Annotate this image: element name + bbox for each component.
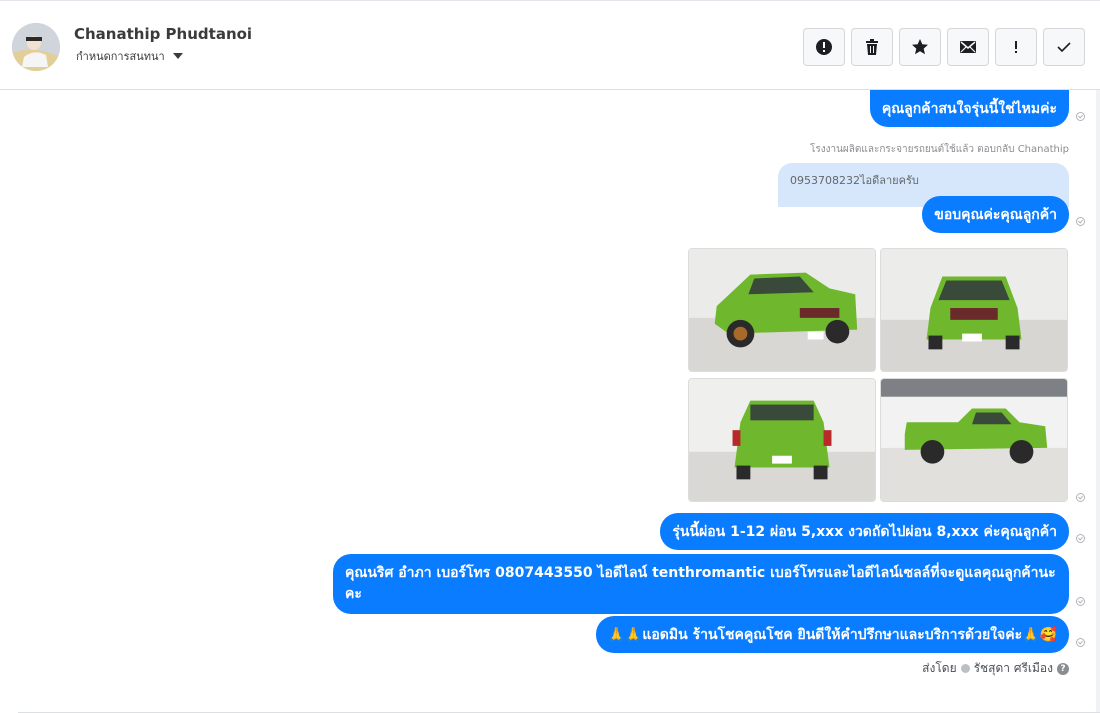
avatar[interactable] [12, 23, 60, 71]
trash-icon [866, 39, 878, 55]
help-icon[interactable]: ? [1057, 662, 1069, 675]
seen-check-icon [1076, 217, 1085, 226]
message-bubble[interactable]: ขอบคุณค่ะคุณลูกค้า [922, 196, 1069, 233]
mark-spam-button[interactable] [803, 28, 845, 66]
car-photo-front[interactable] [880, 248, 1068, 372]
star-button[interactable] [899, 28, 941, 66]
reply-label: โรงงานผลิตและกระจายรถยนต์ใช้แล้ว ตอบกลับ… [809, 144, 1069, 155]
conversation-header: Chanathip Phudtanoi กำหนดการสนทนา [0, 0, 1100, 90]
agent-name[interactable]: รัชสุดา ศรีเมือง [974, 659, 1053, 678]
checkmark-icon [1057, 42, 1071, 53]
verified-icon [960, 664, 970, 673]
message-bubble[interactable]: คุณลูกค้าสนใจรุ่นนี้ใช่ไหมค่ะ [869, 90, 1069, 127]
emoji: 🙏🙏 [607, 626, 643, 643]
star-icon [912, 39, 928, 55]
seen-check-icon [1076, 534, 1085, 543]
seen-check-icon [1076, 597, 1085, 606]
car-photo-front-left[interactable] [688, 248, 876, 372]
delete-button[interactable] [851, 28, 893, 66]
follow-up-button[interactable] [995, 28, 1037, 66]
caret-down-icon [172, 53, 183, 59]
scrollbar[interactable] [1096, 90, 1100, 712]
sent-by: ส่งโดย รัชสุดา ศรีเมือง ? [922, 659, 1069, 678]
alert-circle-icon [816, 39, 832, 55]
sent-by-label: ส่งโดย [922, 661, 957, 675]
message-bubble[interactable]: 🙏🙏 แอดมิน ร้านโชคคูณโชค ยินดีให้คำปรึกษา… [595, 616, 1069, 653]
car-photo-side[interactable] [880, 378, 1068, 502]
message-bubble[interactable]: คุณนริศ อำภา เบอร์โทร 0807443550 ไอดีไลน… [333, 554, 1069, 614]
action-toolbar [803, 28, 1085, 66]
message-bubble[interactable]: รุ่นนี้ผ่อน 1-12 ผ่อน 5,xxx งวดถัดไปผ่อน… [660, 513, 1069, 550]
mark-unread-button[interactable] [947, 28, 989, 66]
exclamation-icon [1015, 41, 1017, 53]
contact-name[interactable]: Chanathip Phudtanoi [74, 25, 252, 43]
emoji: 🙏🥰 [1022, 626, 1057, 643]
seen-check-icon [1076, 112, 1085, 121]
seen-check-icon [1076, 493, 1085, 502]
assign-label: กำหนดการสนทนา [76, 50, 165, 63]
mark-done-button[interactable] [1043, 28, 1085, 66]
envelope-icon [960, 41, 976, 53]
message-text: แอดมิน ร้านโชคคูณโชค ยินดีให้คำปรึกษาและ… [642, 626, 1023, 643]
assign-conversation-dropdown[interactable]: กำหนดการสนทนา [76, 47, 183, 65]
seen-check-icon [1076, 638, 1085, 647]
car-photo-rear[interactable] [688, 378, 876, 502]
